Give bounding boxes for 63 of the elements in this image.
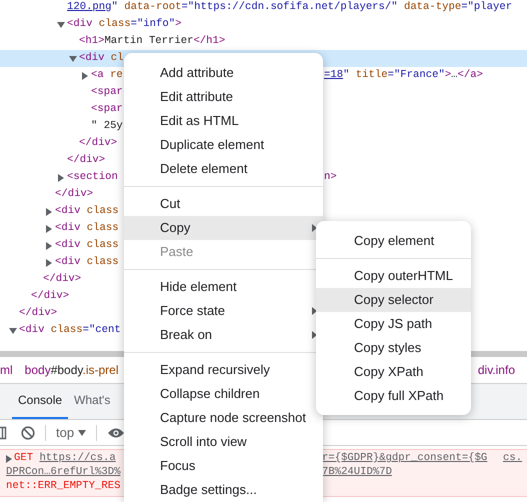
menu-item[interactable]: Edit as HTML	[124, 109, 323, 133]
collapse-triangle-icon[interactable]	[57, 174, 65, 182]
code-line: </div>	[55, 186, 94, 202]
menu-item[interactable]: Focus	[124, 454, 323, 478]
drawer-tab[interactable]: What's	[68, 391, 116, 419]
code-line: <h1>Martin Terrier</h1>	[79, 34, 226, 49]
code-line: " 25y	[91, 118, 123, 134]
code-line: <div class="info">	[67, 16, 182, 32]
menu-item[interactable]: Add attribute	[124, 61, 323, 85]
menu-item[interactable]: Copy full XPath	[316, 384, 471, 408]
menu-item[interactable]: Capture node screenshot	[124, 406, 323, 430]
menu-item[interactable]: Copy selector	[316, 288, 471, 312]
code-line: </div>	[79, 136, 118, 151]
code-line: <div cl	[79, 50, 124, 66]
collapse-triangle-icon[interactable]	[45, 242, 53, 250]
code-line: <a re	[91, 68, 123, 83]
collapse-triangle-icon[interactable]	[81, 72, 89, 80]
code-line: <spar	[91, 84, 123, 100]
code-line: </div>	[31, 288, 70, 304]
collapse-triangle-icon[interactable]	[45, 208, 53, 216]
clear-console-icon[interactable]	[21, 426, 35, 440]
expand-triangle-icon[interactable]	[57, 20, 65, 28]
code-line: <div class	[55, 220, 119, 236]
breadcrumb[interactable]: ml	[0, 361, 13, 379]
eye-icon[interactable]	[107, 426, 126, 438]
code-line: </div>	[67, 152, 106, 168]
expand-triangle-icon[interactable]	[9, 326, 17, 334]
console-text: net::ERR_EMPTY_RES	[6, 479, 120, 494]
source-link[interactable]: cs.	[503, 451, 522, 467]
code-line: <div class="cent	[19, 322, 121, 338]
code-line: <div class	[55, 254, 119, 270]
code-line: 120.png" data-root="https://cdn.sofifa.net/players/" data-type="player	[67, 0, 512, 15]
menu-item[interactable]: Copy	[124, 216, 323, 240]
menu-item[interactable]: Badge settings...	[124, 478, 323, 502]
collapse-triangle-icon[interactable]	[45, 224, 53, 232]
expand-triangle-icon[interactable]	[6, 455, 12, 463]
console-text: GET https://cs.a	[14, 451, 116, 466]
breadcrumb[interactable]: body#body.is-prel	[24, 361, 119, 379]
console-text: DPRCon…6refUrl%3D%	[6, 465, 120, 480]
code-line: n>	[324, 170, 337, 185]
menu-item[interactable]: Cut	[124, 192, 323, 216]
code-line: </div>	[19, 306, 58, 321]
console-text: 7B%24UID%7D	[322, 465, 392, 480]
code-line: <div class	[55, 204, 119, 219]
code-line: </div>	[43, 272, 82, 287]
console-text: r={$GDPR}&gdpr_consent={$G	[322, 451, 488, 466]
expand-triangle-icon[interactable]	[69, 54, 77, 62]
code-line: <spar	[91, 102, 123, 117]
sidebar-toggle-icon[interactable]	[0, 426, 7, 440]
breadcrumb[interactable]: div.info	[478, 361, 515, 379]
menu-item[interactable]: Duplicate element	[124, 133, 323, 157]
menu-item[interactable]: Delete element	[124, 157, 323, 181]
code-line: =18" title="France">…</a>	[324, 68, 483, 83]
context-dropdown[interactable]: top	[56, 422, 86, 442]
caret-icon	[78, 430, 86, 436]
menu-item[interactable]: Copy outerHTML	[316, 264, 471, 288]
collapse-triangle-icon[interactable]	[45, 258, 53, 266]
menu-item[interactable]: Copy XPath	[316, 360, 471, 384]
menu-item[interactable]: Edit attribute	[124, 85, 323, 109]
code-line: <div class	[55, 238, 119, 253]
drawer-tab[interactable]: Console	[12, 391, 68, 419]
menu-item[interactable]: Scroll into view	[124, 430, 323, 454]
code-line: <section	[67, 170, 118, 185]
